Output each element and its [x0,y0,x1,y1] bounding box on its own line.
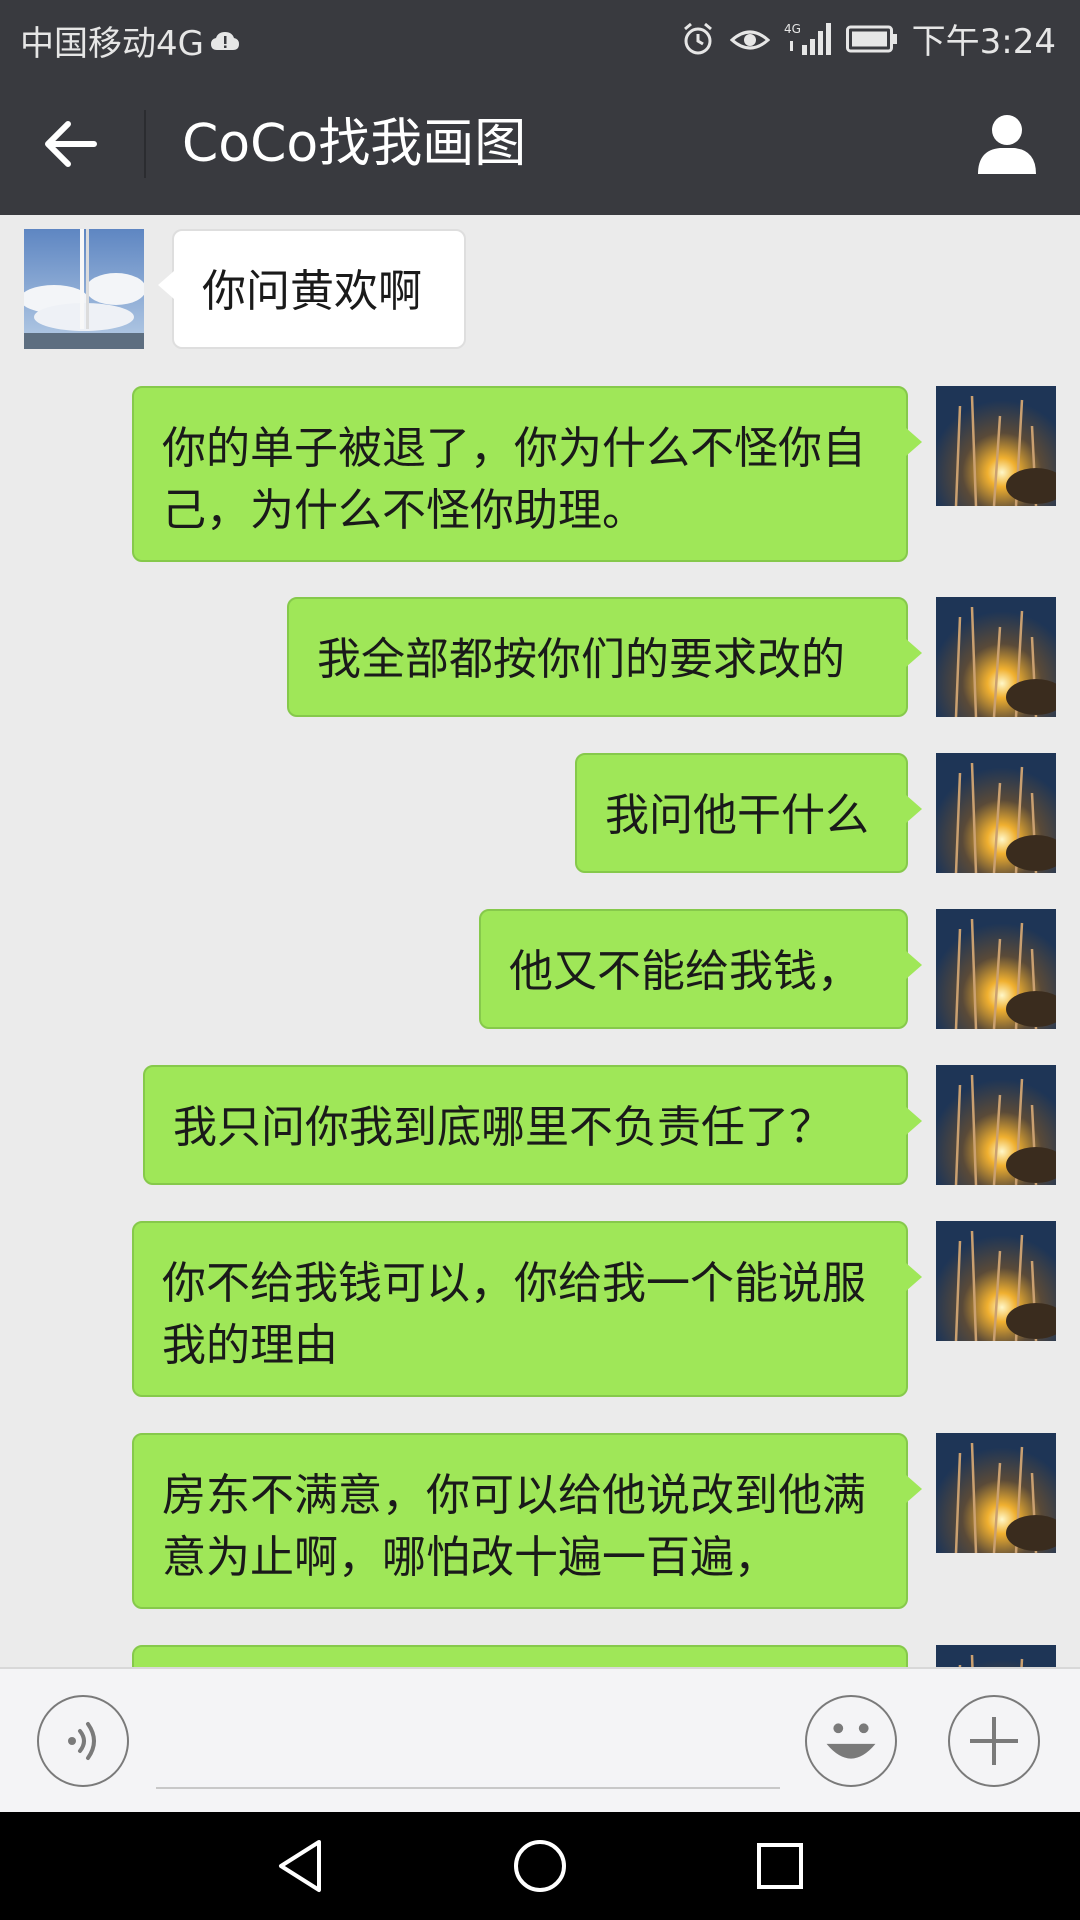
my-avatar[interactable] [936,1645,1056,1667]
my-avatar[interactable] [936,1433,1056,1553]
system-back-button[interactable] [268,1834,332,1898]
input-bar [0,1667,1080,1812]
voice-icon [68,1722,96,1760]
message-text: 我只问你我到底哪里不负责任了？ [173,1102,833,1153]
voice-button[interactable] [37,1695,129,1787]
message-list[interactable]: 你问黄欢啊 你的单子被退了，你为什么不怪你自己，为什么不怪你助理。 我全部都按你… [0,215,1080,1667]
status-bar: 中国移动4G 4G 下午3:24 [0,0,1080,72]
message-text: 你的单子被退了，你为什么不怪你自己，为什么不怪你助理。 [162,423,866,536]
system-home-button[interactable] [508,1834,572,1898]
message-bubble[interactable]: 我只问你我到底哪里不负责任了？ [143,1065,922,1185]
home-circle-icon [514,1840,566,1892]
battery-icon [845,25,898,53]
back-triangle-icon [279,1840,321,1892]
message-text: 我问他干什么 [605,790,869,841]
status-icons: 4G 下午3:24 [680,14,1056,63]
message-input[interactable] [156,1787,780,1789]
recents-square-icon [757,1843,803,1889]
message-text: 你不给我钱可以，你给我一个能说服我的理由 [162,1258,866,1371]
status-time: 下午3:24 [911,22,1056,62]
message-bubble[interactable]: 我全部都按你们的要求改的 [287,597,922,717]
message-bubble[interactable]: 你不给我钱可以，你给我一个能说服我的理由 [132,1221,922,1397]
svg-text:4G: 4G [784,22,801,36]
my-avatar[interactable] [936,1065,1056,1185]
my-avatar[interactable] [936,597,1056,717]
message-text: 我全部都按你们的要求改的 [317,634,845,685]
header-divider [144,110,146,178]
eye-icon [729,24,770,54]
my-avatar[interactable] [936,909,1056,1029]
signal-4g-icon: 4G [784,21,832,57]
my-avatar[interactable] [936,1221,1056,1341]
plus-icon [970,1717,1018,1765]
message-bubble-partial[interactable] [132,1645,908,1667]
chat-header: CoCo找我画图 [0,72,1080,215]
message-bubble[interactable]: 我问他干什么 [575,753,922,873]
contact-avatar[interactable] [24,229,144,349]
system-navigation-bar [0,1812,1080,1920]
carrier-info: 中国移动4G [20,16,240,65]
message-bubble[interactable]: 你问黄欢啊 [158,229,466,349]
cloud-alert-icon [210,30,240,52]
emoji-button[interactable] [805,1695,897,1787]
arrow-left-icon [45,121,97,167]
chat-title: CoCo找我画图 [182,114,527,174]
more-button[interactable] [948,1695,1040,1787]
chat-info-button[interactable] [974,112,1040,176]
message-text: 他又不能给我钱， [509,946,861,997]
carrier-label: 中国移动4G [20,24,204,64]
message-bubble[interactable]: 他又不能给我钱， [479,909,922,1029]
message-text: 你问黄欢啊 [202,266,422,317]
my-avatar[interactable] [936,386,1056,506]
back-button[interactable] [40,116,104,172]
system-recents-button[interactable] [748,1834,812,1898]
message-text: 房东不满意，你可以给他说改到他满意为止啊，哪怕改十遍一百遍， [162,1470,866,1583]
emoji-icon [826,1723,876,1759]
my-avatar[interactable] [936,753,1056,873]
message-bubble[interactable]: 房东不满意，你可以给他说改到他满意为止啊，哪怕改十遍一百遍， [132,1433,922,1609]
alarm-icon [680,21,716,57]
message-bubble[interactable]: 你的单子被退了，你为什么不怪你自己，为什么不怪你助理。 [132,386,922,562]
person-icon [978,115,1036,174]
